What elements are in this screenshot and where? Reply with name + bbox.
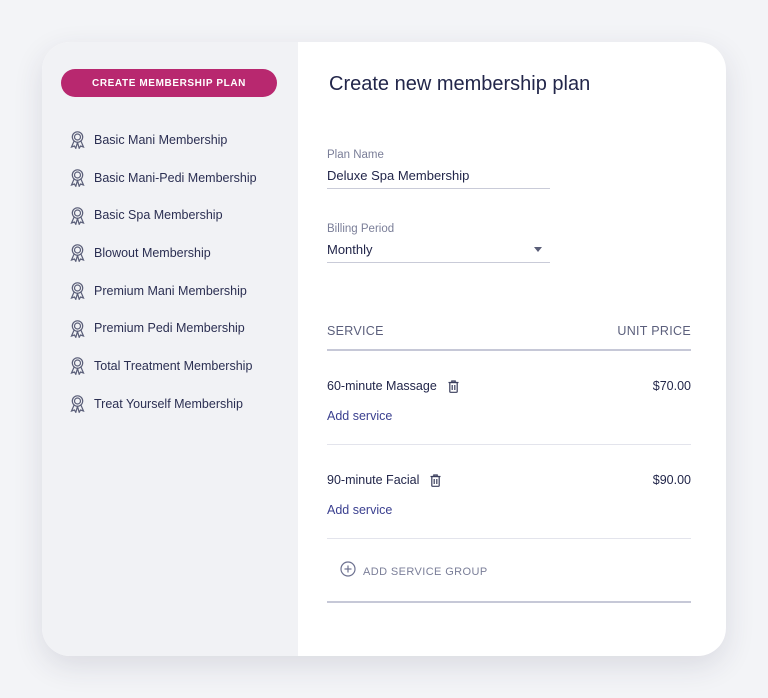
award-ribbon-icon <box>68 130 86 150</box>
add-service-group-button[interactable]: ADD SERVICE GROUP <box>340 561 488 582</box>
add-service-group-row: ADD SERVICE GROUP <box>327 539 691 603</box>
plan-item-label: Premium Mani Membership <box>94 283 247 298</box>
plan-name-input[interactable]: Deluxe Spa Membership <box>327 168 550 189</box>
plan-item-basic-spa[interactable]: Basic Spa Membership <box>68 196 257 234</box>
table-header: SERVICE UNIT PRICE <box>327 324 691 351</box>
table-row: 60-minute Massage $70.00 Add service <box>327 351 691 445</box>
add-service-link[interactable]: Add service <box>327 503 392 517</box>
award-ribbon-icon <box>68 318 86 338</box>
plan-item-label: Total Treatment Membership <box>94 358 253 373</box>
billing-period-select[interactable]: Monthly <box>327 242 550 263</box>
award-ribbon-icon <box>68 205 86 225</box>
plan-item-basic-mani-pedi[interactable]: Basic Mani-Pedi Membership <box>68 159 257 197</box>
plan-item-label: Treat Yourself Membership <box>94 396 243 411</box>
award-ribbon-icon <box>68 394 86 414</box>
page-title: Create new membership plan <box>329 73 591 95</box>
services-table: SERVICE UNIT PRICE 60-minute Massage $70… <box>327 324 691 603</box>
service-name: 90-minute Facial <box>327 473 420 487</box>
award-ribbon-icon <box>68 356 86 376</box>
plan-item-treat-yourself[interactable]: Treat Yourself Membership <box>68 385 257 423</box>
plan-name-label: Plan Name <box>327 149 384 161</box>
column-header-service: SERVICE <box>327 324 384 338</box>
plan-item-total-treatment[interactable]: Total Treatment Membership <box>68 347 257 385</box>
award-ribbon-icon <box>68 243 86 263</box>
table-row: 90-minute Facial $90.00 Add service <box>327 445 691 539</box>
plan-item-premium-pedi[interactable]: Premium Pedi Membership <box>68 309 257 347</box>
service-price: $90.00 <box>652 473 691 487</box>
award-ribbon-icon <box>68 281 86 301</box>
membership-card: CREATE MEMBERSHIP PLAN Basic Mani Member… <box>42 42 726 656</box>
add-service-group-label: ADD SERVICE GROUP <box>363 565 488 578</box>
add-service-link[interactable]: Add service <box>327 409 392 423</box>
plus-circle-icon <box>340 561 356 582</box>
plan-item-basic-mani[interactable]: Basic Mani Membership <box>68 121 257 159</box>
chevron-down-icon <box>534 247 542 252</box>
plan-item-blowout[interactable]: Blowout Membership <box>68 234 257 272</box>
plan-item-premium-mani[interactable]: Premium Mani Membership <box>68 272 257 310</box>
billing-period-value: Monthly <box>327 242 373 257</box>
plan-list: Basic Mani Membership Basic Mani-Pedi Me… <box>68 121 257 423</box>
sidebar: CREATE MEMBERSHIP PLAN Basic Mani Member… <box>42 42 298 656</box>
plan-item-label: Basic Mani Membership <box>94 132 228 147</box>
trash-icon[interactable] <box>448 379 459 393</box>
column-header-unit-price: UNIT PRICE <box>617 324 691 338</box>
award-ribbon-icon <box>68 168 86 188</box>
service-name: 60-minute Massage <box>327 379 437 393</box>
plan-item-label: Blowout Membership <box>94 245 211 260</box>
main-panel: Create new membership plan Plan Name Del… <box>298 42 726 656</box>
trash-icon[interactable] <box>430 473 441 487</box>
plan-name-field: Plan Name Deluxe Spa Membership <box>327 149 550 189</box>
plan-item-label: Basic Mani-Pedi Membership <box>94 170 257 185</box>
plan-item-label: Premium Pedi Membership <box>94 321 245 336</box>
service-price: $70.00 <box>652 379 691 393</box>
plan-item-label: Basic Spa Membership <box>94 208 223 223</box>
billing-period-field: Billing Period Monthly <box>327 223 550 263</box>
create-membership-plan-button[interactable]: CREATE MEMBERSHIP PLAN <box>61 69 277 97</box>
billing-period-label: Billing Period <box>327 223 395 235</box>
